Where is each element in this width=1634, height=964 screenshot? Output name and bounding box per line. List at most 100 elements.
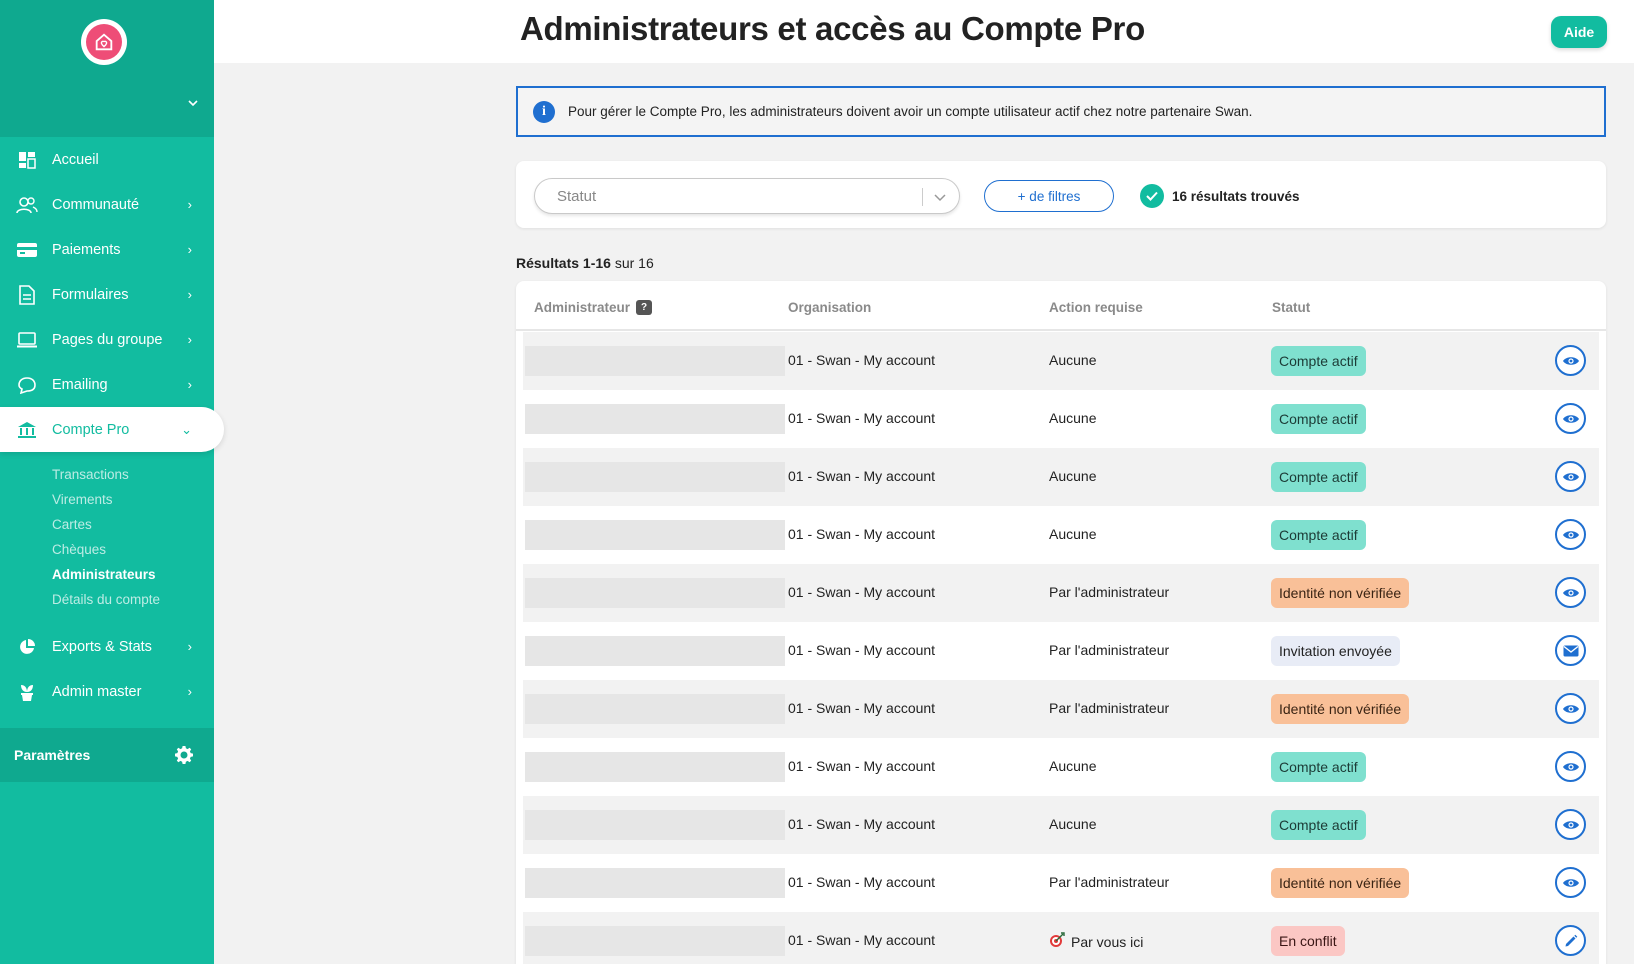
results-count: 16 résultats trouvés <box>1140 184 1300 208</box>
chevron-right-icon: › <box>187 639 192 654</box>
column-header-status: Statut <box>1272 300 1311 315</box>
subnav-item-administrateurs[interactable]: Administrateurs <box>0 562 214 587</box>
action-text: Aucune <box>1049 468 1097 484</box>
sidebar-item-label: Emailing <box>52 376 108 393</box>
sidebar-item-label: Exports & Stats <box>52 638 152 655</box>
admin-name-placeholder <box>525 578 785 608</box>
chevron-right-icon: › <box>187 684 192 699</box>
bank-icon <box>16 419 38 441</box>
admin-name-placeholder <box>525 926 785 956</box>
admin-name-placeholder <box>525 810 785 840</box>
help-icon[interactable]: ? <box>636 300 653 315</box>
status-badge: Invitation envoyée <box>1271 636 1400 666</box>
view-button[interactable] <box>1555 345 1586 376</box>
organisation-cell: 01 - Swan - My account <box>788 700 936 716</box>
table-row[interactable]: 01 - Swan - My account Aucune Compte actif <box>523 506 1599 564</box>
view-button[interactable] <box>1555 519 1586 550</box>
sidebar-item-pages-du-groupe[interactable]: Pages du groupe › <box>0 317 214 362</box>
house-heart-icon <box>86 24 122 60</box>
eye-icon <box>1562 761 1580 773</box>
chat-icon <box>16 374 38 396</box>
table-row[interactable]: 01 - Swan - My account Aucune Compte actif <box>523 738 1599 796</box>
subnav-item-cheques[interactable]: Chèques <box>0 537 214 562</box>
eye-icon <box>1562 355 1580 367</box>
edit-button[interactable] <box>1555 925 1586 956</box>
action-cell: Par l'administrateur <box>1049 700 1169 716</box>
action-cell: Aucune <box>1049 352 1096 368</box>
sidebar-item-paiements[interactable]: Paiements › <box>0 227 214 272</box>
table-row[interactable]: 01 - Swan - My account Aucune Compte actif <box>523 332 1599 390</box>
eye-icon <box>1562 703 1580 715</box>
view-button[interactable] <box>1555 577 1586 608</box>
status-select[interactable]: Statut <box>534 178 960 214</box>
sidebar-item-label: Formulaires <box>52 286 129 303</box>
chevron-down-icon[interactable] <box>186 96 200 110</box>
sidebar-item-emailing[interactable]: Emailing › <box>0 362 214 407</box>
action-text: Aucune <box>1049 758 1097 774</box>
organization-logo[interactable] <box>81 19 127 65</box>
sidebar-item-compte-pro[interactable]: Compte Pro ⌄ <box>0 407 224 452</box>
eye-icon <box>1562 529 1580 541</box>
sidebar-item-label: Accueil <box>52 151 99 168</box>
admin-name-placeholder <box>525 346 785 376</box>
administrators-table: Administrateur ? Organisation Action req… <box>516 281 1606 964</box>
sidebar-item-formulaires[interactable]: Formulaires › <box>0 272 214 317</box>
column-header-admin[interactable]: Administrateur ? <box>534 300 653 315</box>
admin-name-placeholder <box>525 404 785 434</box>
organisation-cell: 01 - Swan - My account <box>788 468 936 484</box>
view-button[interactable] <box>1555 751 1586 782</box>
sidebar-item-accueil[interactable]: Accueil <box>0 137 214 182</box>
more-filters-button[interactable]: + de filtres <box>984 180 1114 212</box>
resend-invitation-button[interactable] <box>1555 635 1586 666</box>
sidebar-item-admin-master[interactable]: Admin master › <box>0 669 214 714</box>
table-row[interactable]: 01 - Swan - My account Aucune Compte actif <box>523 390 1599 448</box>
subnav-item-details-du-compte[interactable]: Détails du compte <box>0 587 214 612</box>
table-row[interactable]: 01 - Swan - My account Par vous ici En con… <box>523 912 1599 964</box>
admin-name-placeholder <box>525 868 785 898</box>
action-cell: Aucune <box>1049 758 1096 774</box>
sidebar-item-exports-stats[interactable]: Exports & Stats › <box>0 624 214 669</box>
info-banner: i Pour gérer le Compte Pro, les administ… <box>516 86 1606 137</box>
admin-name-placeholder <box>525 462 785 492</box>
view-button[interactable] <box>1555 693 1586 724</box>
status-badge: Compte actif <box>1271 462 1366 492</box>
table-row[interactable]: 01 - Swan - My account Aucune Compte actif <box>523 796 1599 854</box>
page-header: Administrateurs et accès au Compte Pro A… <box>214 0 1634 63</box>
sidebar-item-communaute[interactable]: Communauté › <box>0 182 214 227</box>
table-row[interactable]: 01 - Swan - My account Par l'administrate… <box>523 680 1599 738</box>
status-badge: Compte actif <box>1271 520 1366 550</box>
form-icon <box>16 284 38 306</box>
table-row[interactable]: 01 - Swan - My account Aucune Compte actif <box>523 448 1599 506</box>
table-row[interactable]: 01 - Swan - My account Par l'administrate… <box>523 564 1599 622</box>
action-text: Aucune <box>1049 410 1097 426</box>
action-text: Aucune <box>1049 816 1097 832</box>
subnav-item-virements[interactable]: Virements <box>0 487 214 512</box>
view-button[interactable] <box>1555 403 1586 434</box>
subnav-item-cartes[interactable]: Cartes <box>0 512 214 537</box>
eye-icon <box>1562 819 1580 831</box>
action-cell: Aucune <box>1049 468 1096 484</box>
eye-icon <box>1562 471 1580 483</box>
status-select-placeholder: Statut <box>557 188 597 205</box>
mail-icon <box>1563 645 1579 657</box>
table-row[interactable]: 01 - Swan - My account Par l'administrate… <box>523 854 1599 912</box>
table-row[interactable]: 01 - Swan - My account Par l'administrate… <box>523 622 1599 680</box>
subnav-item-transactions[interactable]: Transactions <box>0 462 214 487</box>
eye-icon <box>1562 877 1580 889</box>
pencil-icon <box>1564 934 1578 948</box>
table-header: Administrateur ? Organisation Action req… <box>516 281 1606 331</box>
results-count-text: 16 résultats trouvés <box>1172 188 1300 204</box>
compte-pro-subnav: Transactions Virements Cartes Chèques Ad… <box>0 452 214 624</box>
settings-link[interactable]: Paramètres <box>0 728 214 782</box>
action-text: Aucune <box>1049 526 1097 542</box>
select-separator <box>922 188 923 206</box>
sidebar-nav: Accueil Communauté › Paiements › Formula… <box>0 137 224 714</box>
action-text: Par l'administrateur <box>1049 584 1170 600</box>
view-button[interactable] <box>1555 867 1586 898</box>
help-button[interactable]: Aide <box>1551 16 1607 48</box>
action-cell: Par vous ici <box>1049 932 1143 951</box>
view-button[interactable] <box>1555 809 1586 840</box>
view-button[interactable] <box>1555 461 1586 492</box>
chart-icon <box>16 636 38 658</box>
check-icon <box>1140 184 1164 208</box>
